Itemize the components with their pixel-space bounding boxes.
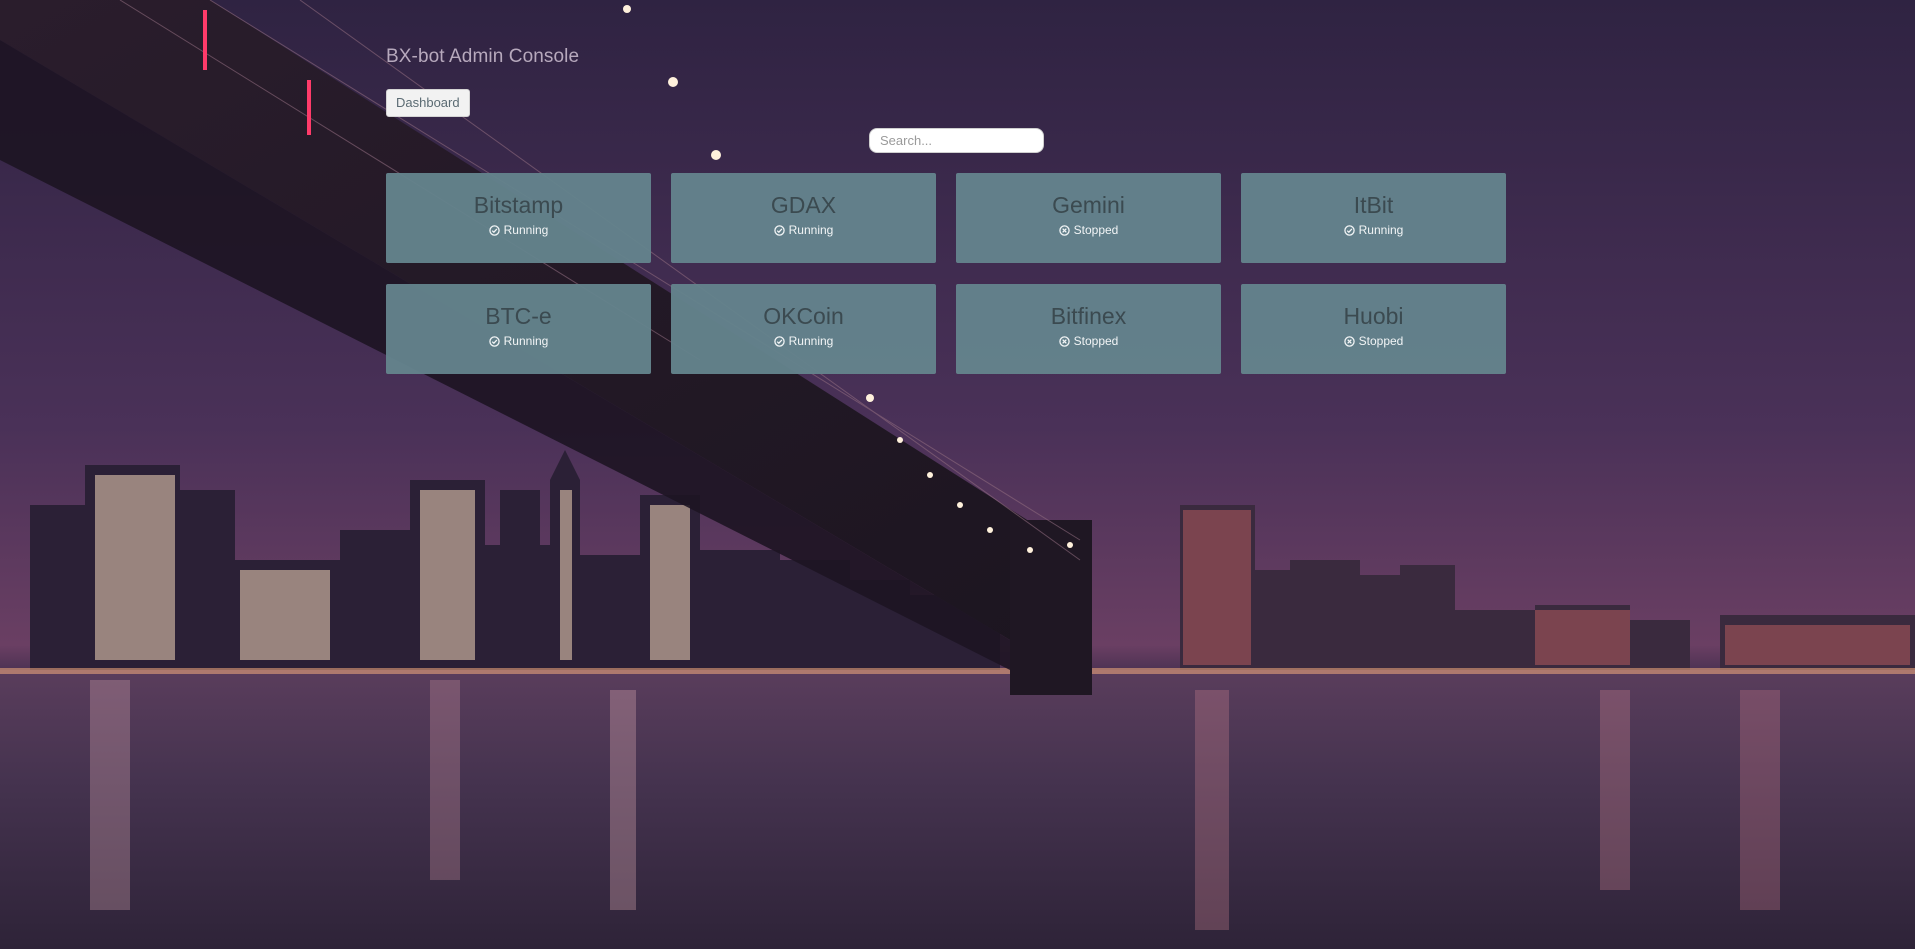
exchange-status-label: Stopped <box>1073 334 1119 348</box>
exchange-status: Stopped <box>1343 334 1404 348</box>
check-circle-icon <box>773 335 785 347</box>
exchange-tile[interactable]: GDAX Running <box>671 173 936 263</box>
exchange-status: Running <box>773 334 834 348</box>
exchange-status-label: Running <box>1358 223 1404 237</box>
exchange-status: Stopped <box>1058 334 1119 348</box>
exchange-status: Stopped <box>1058 223 1119 237</box>
exchange-name: OKCoin <box>763 303 844 329</box>
exchange-status: Running <box>1343 223 1404 237</box>
exchange-status-label: Stopped <box>1358 334 1404 348</box>
times-circle-icon <box>1343 335 1355 347</box>
exchange-status: Running <box>773 223 834 237</box>
exchange-status: Running <box>488 334 549 348</box>
search-input[interactable] <box>869 128 1044 153</box>
exchange-name: Bitstamp <box>473 192 564 218</box>
exchange-status-label: Running <box>788 223 834 237</box>
app-title: BX-bot Admin Console <box>386 46 580 67</box>
exchange-grid: Bitstamp Running GDAX Running Gemini Sto… <box>386 173 1507 374</box>
exchange-tile[interactable]: Huobi Stopped <box>1241 284 1506 374</box>
check-circle-icon <box>488 335 500 347</box>
exchange-status: Running <box>488 223 549 237</box>
exchange-name: Huobi <box>1343 303 1404 329</box>
check-circle-icon <box>1343 224 1355 236</box>
exchange-name: Bitfinex <box>1050 303 1127 329</box>
search-container <box>869 128 1044 153</box>
dashboard-button[interactable]: Dashboard <box>386 89 470 117</box>
exchange-tile[interactable]: BTC-e Running <box>386 284 651 374</box>
exchange-name: GDAX <box>770 192 837 218</box>
exchange-name: Gemini <box>1052 192 1125 218</box>
exchange-name: ItBit <box>1353 192 1394 218</box>
check-circle-icon <box>488 224 500 236</box>
exchange-tile[interactable]: ItBit Running <box>1241 173 1506 263</box>
exchange-status-label: Stopped <box>1073 223 1119 237</box>
exchange-tile[interactable]: Bitstamp Running <box>386 173 651 263</box>
times-circle-icon <box>1058 335 1070 347</box>
exchange-status-label: Running <box>503 334 549 348</box>
check-circle-icon <box>773 224 785 236</box>
exchange-tile[interactable]: Gemini Stopped <box>956 173 1221 263</box>
times-circle-icon <box>1058 224 1070 236</box>
exchange-tile[interactable]: Bitfinex Stopped <box>956 284 1221 374</box>
exchange-status-label: Running <box>503 223 549 237</box>
exchange-name: BTC-e <box>485 303 552 329</box>
exchange-status-label: Running <box>788 334 834 348</box>
exchange-tile[interactable]: OKCoin Running <box>671 284 936 374</box>
